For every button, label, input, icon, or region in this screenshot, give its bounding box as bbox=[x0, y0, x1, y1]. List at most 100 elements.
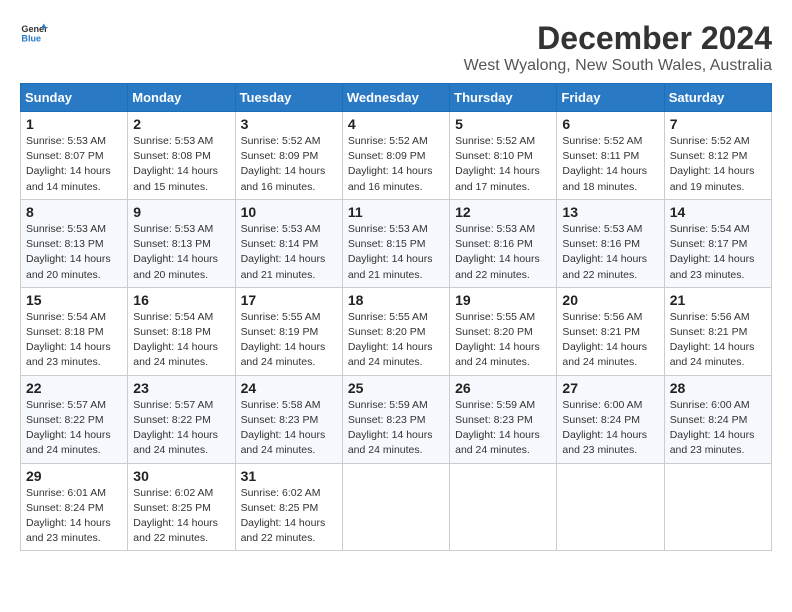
day-info: Sunrise: 6:02 AM Sunset: 8:25 PM Dayligh… bbox=[241, 486, 337, 547]
day-info: Sunrise: 5:53 AM Sunset: 8:16 PM Dayligh… bbox=[562, 222, 658, 283]
title-area: December 2024 West Wyalong, New South Wa… bbox=[464, 20, 772, 75]
header-tuesday: Tuesday bbox=[235, 84, 342, 112]
day-number: 24 bbox=[241, 380, 337, 396]
header-friday: Friday bbox=[557, 84, 664, 112]
page-subtitle: West Wyalong, New South Wales, Australia bbox=[464, 57, 772, 75]
calendar-cell bbox=[450, 463, 557, 551]
day-info: Sunrise: 5:52 AM Sunset: 8:12 PM Dayligh… bbox=[670, 134, 766, 195]
day-number: 7 bbox=[670, 116, 766, 132]
calendar-cell: 25 Sunrise: 5:59 AM Sunset: 8:23 PM Dayl… bbox=[342, 375, 449, 463]
day-info: Sunrise: 5:55 AM Sunset: 8:19 PM Dayligh… bbox=[241, 310, 337, 371]
day-info: Sunrise: 5:56 AM Sunset: 8:21 PM Dayligh… bbox=[670, 310, 766, 371]
day-number: 21 bbox=[670, 292, 766, 308]
calendar-cell bbox=[342, 463, 449, 551]
day-info: Sunrise: 6:01 AM Sunset: 8:24 PM Dayligh… bbox=[26, 486, 122, 547]
day-info: Sunrise: 6:02 AM Sunset: 8:25 PM Dayligh… bbox=[133, 486, 229, 547]
calendar-cell: 22 Sunrise: 5:57 AM Sunset: 8:22 PM Dayl… bbox=[21, 375, 128, 463]
logo: General Blue General Blue bbox=[20, 20, 48, 48]
calendar-row-4: 22 Sunrise: 5:57 AM Sunset: 8:22 PM Dayl… bbox=[21, 375, 772, 463]
day-info: Sunrise: 5:57 AM Sunset: 8:22 PM Dayligh… bbox=[133, 398, 229, 459]
day-number: 23 bbox=[133, 380, 229, 396]
day-info: Sunrise: 5:53 AM Sunset: 8:13 PM Dayligh… bbox=[26, 222, 122, 283]
calendar-cell: 13 Sunrise: 5:53 AM Sunset: 8:16 PM Dayl… bbox=[557, 199, 664, 287]
calendar-cell: 19 Sunrise: 5:55 AM Sunset: 8:20 PM Dayl… bbox=[450, 287, 557, 375]
day-number: 30 bbox=[133, 468, 229, 484]
day-number: 1 bbox=[26, 116, 122, 132]
weekday-header-row: Sunday Monday Tuesday Wednesday Thursday… bbox=[21, 84, 772, 112]
svg-text:Blue: Blue bbox=[21, 34, 41, 44]
calendar-cell: 15 Sunrise: 5:54 AM Sunset: 8:18 PM Dayl… bbox=[21, 287, 128, 375]
day-number: 26 bbox=[455, 380, 551, 396]
calendar-cell: 9 Sunrise: 5:53 AM Sunset: 8:13 PM Dayli… bbox=[128, 199, 235, 287]
calendar-cell: 7 Sunrise: 5:52 AM Sunset: 8:12 PM Dayli… bbox=[664, 112, 771, 200]
calendar-cell bbox=[664, 463, 771, 551]
calendar-cell: 18 Sunrise: 5:55 AM Sunset: 8:20 PM Dayl… bbox=[342, 287, 449, 375]
day-info: Sunrise: 5:53 AM Sunset: 8:16 PM Dayligh… bbox=[455, 222, 551, 283]
calendar-row-2: 8 Sunrise: 5:53 AM Sunset: 8:13 PM Dayli… bbox=[21, 199, 772, 287]
day-number: 20 bbox=[562, 292, 658, 308]
calendar-cell: 28 Sunrise: 6:00 AM Sunset: 8:24 PM Dayl… bbox=[664, 375, 771, 463]
day-number: 2 bbox=[133, 116, 229, 132]
day-number: 11 bbox=[348, 204, 444, 220]
calendar-cell: 27 Sunrise: 6:00 AM Sunset: 8:24 PM Dayl… bbox=[557, 375, 664, 463]
day-number: 5 bbox=[455, 116, 551, 132]
day-info: Sunrise: 5:55 AM Sunset: 8:20 PM Dayligh… bbox=[455, 310, 551, 371]
day-info: Sunrise: 5:53 AM Sunset: 8:08 PM Dayligh… bbox=[133, 134, 229, 195]
calendar-cell: 20 Sunrise: 5:56 AM Sunset: 8:21 PM Dayl… bbox=[557, 287, 664, 375]
header-thursday: Thursday bbox=[450, 84, 557, 112]
header-wednesday: Wednesday bbox=[342, 84, 449, 112]
header-monday: Monday bbox=[128, 84, 235, 112]
day-info: Sunrise: 5:59 AM Sunset: 8:23 PM Dayligh… bbox=[348, 398, 444, 459]
calendar-cell: 30 Sunrise: 6:02 AM Sunset: 8:25 PM Dayl… bbox=[128, 463, 235, 551]
page-title: December 2024 bbox=[464, 20, 772, 57]
day-info: Sunrise: 5:52 AM Sunset: 8:11 PM Dayligh… bbox=[562, 134, 658, 195]
day-number: 15 bbox=[26, 292, 122, 308]
day-number: 9 bbox=[133, 204, 229, 220]
day-number: 17 bbox=[241, 292, 337, 308]
calendar-cell: 17 Sunrise: 5:55 AM Sunset: 8:19 PM Dayl… bbox=[235, 287, 342, 375]
day-number: 12 bbox=[455, 204, 551, 220]
day-number: 28 bbox=[670, 380, 766, 396]
day-number: 18 bbox=[348, 292, 444, 308]
day-number: 14 bbox=[670, 204, 766, 220]
day-info: Sunrise: 5:53 AM Sunset: 8:14 PM Dayligh… bbox=[241, 222, 337, 283]
day-info: Sunrise: 6:00 AM Sunset: 8:24 PM Dayligh… bbox=[562, 398, 658, 459]
day-number: 22 bbox=[26, 380, 122, 396]
calendar-row-5: 29 Sunrise: 6:01 AM Sunset: 8:24 PM Dayl… bbox=[21, 463, 772, 551]
calendar-cell: 1 Sunrise: 5:53 AM Sunset: 8:07 PM Dayli… bbox=[21, 112, 128, 200]
day-number: 31 bbox=[241, 468, 337, 484]
day-number: 6 bbox=[562, 116, 658, 132]
calendar-cell: 24 Sunrise: 5:58 AM Sunset: 8:23 PM Dayl… bbox=[235, 375, 342, 463]
calendar-cell: 4 Sunrise: 5:52 AM Sunset: 8:09 PM Dayli… bbox=[342, 112, 449, 200]
day-info: Sunrise: 5:52 AM Sunset: 8:09 PM Dayligh… bbox=[241, 134, 337, 195]
calendar-table: Sunday Monday Tuesday Wednesday Thursday… bbox=[20, 83, 772, 551]
day-info: Sunrise: 5:57 AM Sunset: 8:22 PM Dayligh… bbox=[26, 398, 122, 459]
day-info: Sunrise: 6:00 AM Sunset: 8:24 PM Dayligh… bbox=[670, 398, 766, 459]
day-info: Sunrise: 5:53 AM Sunset: 8:13 PM Dayligh… bbox=[133, 222, 229, 283]
calendar-cell: 21 Sunrise: 5:56 AM Sunset: 8:21 PM Dayl… bbox=[664, 287, 771, 375]
calendar-cell: 16 Sunrise: 5:54 AM Sunset: 8:18 PM Dayl… bbox=[128, 287, 235, 375]
day-number: 19 bbox=[455, 292, 551, 308]
day-number: 16 bbox=[133, 292, 229, 308]
day-info: Sunrise: 5:53 AM Sunset: 8:15 PM Dayligh… bbox=[348, 222, 444, 283]
header-sunday: Sunday bbox=[21, 84, 128, 112]
day-number: 10 bbox=[241, 204, 337, 220]
calendar-cell: 26 Sunrise: 5:59 AM Sunset: 8:23 PM Dayl… bbox=[450, 375, 557, 463]
calendar-cell: 8 Sunrise: 5:53 AM Sunset: 8:13 PM Dayli… bbox=[21, 199, 128, 287]
day-number: 8 bbox=[26, 204, 122, 220]
day-info: Sunrise: 5:54 AM Sunset: 8:17 PM Dayligh… bbox=[670, 222, 766, 283]
calendar-cell: 3 Sunrise: 5:52 AM Sunset: 8:09 PM Dayli… bbox=[235, 112, 342, 200]
calendar-cell: 29 Sunrise: 6:01 AM Sunset: 8:24 PM Dayl… bbox=[21, 463, 128, 551]
day-info: Sunrise: 5:54 AM Sunset: 8:18 PM Dayligh… bbox=[133, 310, 229, 371]
calendar-cell: 14 Sunrise: 5:54 AM Sunset: 8:17 PM Dayl… bbox=[664, 199, 771, 287]
calendar-cell: 11 Sunrise: 5:53 AM Sunset: 8:15 PM Dayl… bbox=[342, 199, 449, 287]
day-number: 25 bbox=[348, 380, 444, 396]
calendar-cell: 31 Sunrise: 6:02 AM Sunset: 8:25 PM Dayl… bbox=[235, 463, 342, 551]
calendar-row-3: 15 Sunrise: 5:54 AM Sunset: 8:18 PM Dayl… bbox=[21, 287, 772, 375]
calendar-cell: 23 Sunrise: 5:57 AM Sunset: 8:22 PM Dayl… bbox=[128, 375, 235, 463]
day-info: Sunrise: 5:58 AM Sunset: 8:23 PM Dayligh… bbox=[241, 398, 337, 459]
day-info: Sunrise: 5:59 AM Sunset: 8:23 PM Dayligh… bbox=[455, 398, 551, 459]
day-info: Sunrise: 5:56 AM Sunset: 8:21 PM Dayligh… bbox=[562, 310, 658, 371]
day-number: 4 bbox=[348, 116, 444, 132]
logo-icon: General Blue bbox=[20, 20, 48, 48]
